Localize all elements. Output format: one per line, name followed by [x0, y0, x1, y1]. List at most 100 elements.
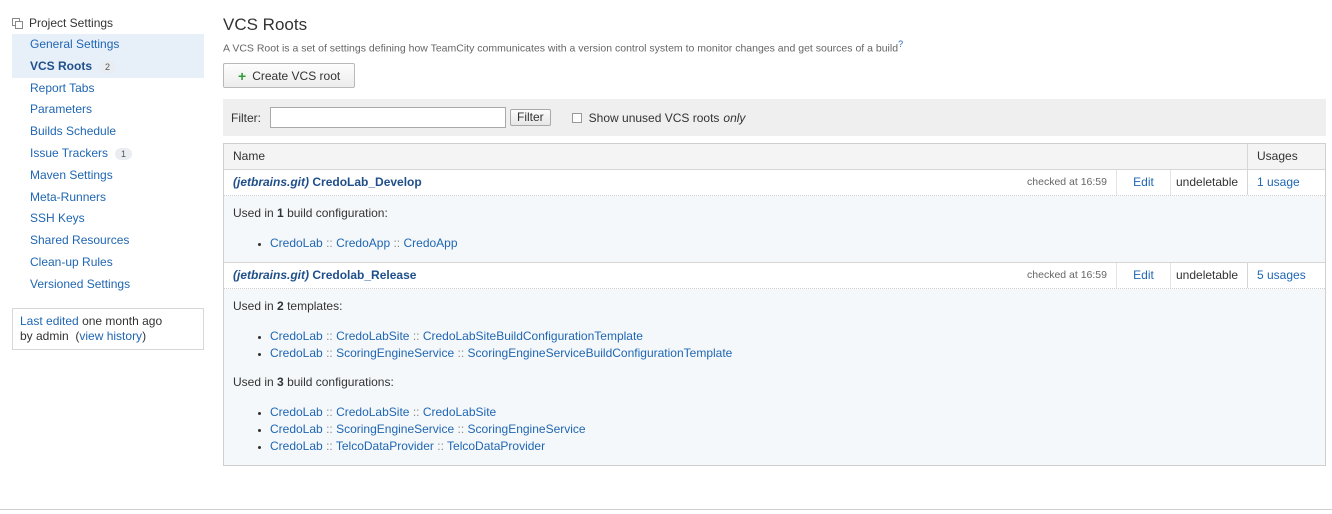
sidebar-item-label[interactable]: SSH Keys: [30, 208, 85, 230]
usages-link[interactable]: 1 usage: [1247, 170, 1325, 195]
usage-count: 2: [277, 299, 284, 313]
page-description: A VCS Root is a set of settings defining…: [223, 38, 1326, 55]
sidebar-item-ssh-keys[interactable]: SSH Keys: [12, 208, 204, 230]
path-separator: ::: [326, 346, 333, 360]
help-icon[interactable]: ?: [898, 39, 903, 49]
subproject-link[interactable]: CredoLabSite: [336, 329, 409, 343]
usage-prefix: Used in: [233, 299, 274, 313]
sidebar-item-meta-runners[interactable]: Meta-Runners: [12, 187, 204, 209]
create-vcs-root-button[interactable]: + Create VCS root: [223, 63, 356, 88]
sidebar-item-label[interactable]: Shared Resources: [30, 230, 129, 252]
list-item: CredoLab :: CredoApp :: CredoApp: [270, 235, 1316, 252]
sidebar-item-report-tabs[interactable]: Report Tabs: [12, 78, 204, 100]
main-content: VCS Roots A VCS Root is a set of setting…: [223, 14, 1326, 466]
template-link[interactable]: ScoringEngineServiceBuildConfigurationTe…: [468, 346, 733, 360]
subproject-link[interactable]: ScoringEngineService: [336, 422, 454, 436]
config-link[interactable]: CredoApp: [403, 236, 457, 250]
vcs-root-usage-details: Used in 2 templates: CredoLab :: CredoLa…: [224, 289, 1325, 465]
usage-count: 3: [277, 375, 284, 389]
sidebar-item-label[interactable]: Report Tabs: [30, 78, 94, 100]
sidebar-item-label[interactable]: Maven Settings: [30, 165, 113, 187]
sidebar-item-shared-resources[interactable]: Shared Resources: [12, 230, 204, 252]
sidebar-header: Project Settings: [12, 14, 204, 32]
count-badge: 2: [99, 60, 117, 73]
sidebar-item-label[interactable]: Builds Schedule: [30, 121, 116, 143]
vcs-type[interactable]: (jetbrains.git): [233, 175, 309, 189]
sidebar-item-label[interactable]: Versioned Settings: [30, 274, 130, 296]
page-title: VCS Roots: [223, 15, 308, 34]
list-item: CredoLab :: TelcoDataProvider :: TelcoDa…: [270, 438, 1316, 455]
filter-label: Filter:: [231, 110, 261, 125]
table-header: Name Usages: [224, 144, 1325, 170]
close-paren: ): [142, 328, 147, 343]
usage-group-heading: Used in 2 templates:: [233, 299, 1316, 314]
last-edited-box: Last edited one month ago by admin (view…: [12, 307, 204, 350]
project-link[interactable]: CredoLab: [270, 236, 323, 250]
project-link[interactable]: CredoLab: [270, 422, 323, 436]
usage-list: CredoLab :: CredoLabSite :: CredoLabSite…: [233, 328, 1316, 362]
vcs-root-title[interactable]: CredoLab_Develop: [312, 175, 421, 189]
sidebar-item-label[interactable]: VCS Roots: [30, 56, 92, 78]
deletable-status: undeletable: [1170, 263, 1247, 288]
sidebar-title: Project Settings: [29, 16, 114, 30]
project-link[interactable]: CredoLab: [270, 439, 323, 453]
show-unused-label-emph: only: [723, 110, 746, 125]
project-link[interactable]: CredoLab: [270, 329, 323, 343]
filter-button[interactable]: Filter: [510, 109, 551, 126]
sidebar-item-issue-trackers[interactable]: Issue Trackers 1: [12, 143, 204, 165]
project-link[interactable]: CredoLab: [270, 346, 323, 360]
sidebar-item-label[interactable]: General Settings: [30, 34, 119, 56]
vcs-root-name[interactable]: (jetbrains.git) CredoLab_Develop: [224, 170, 1027, 195]
path-separator: ::: [457, 422, 465, 436]
sidebar: Project Settings General Settings VCS Ro…: [12, 14, 204, 350]
sidebar-item-maven-settings[interactable]: Maven Settings: [12, 165, 204, 187]
sidebar-item-parameters[interactable]: Parameters: [12, 99, 204, 121]
count-badge: 1: [115, 147, 133, 160]
sidebar-item-label[interactable]: Clean-up Rules: [30, 252, 113, 274]
vcs-root-usage-details: Used in 1 build configuration: CredoLab …: [224, 196, 1325, 263]
sidebar-nav: General Settings VCS Roots 2 Report Tabs …: [12, 34, 204, 296]
sidebar-item-label[interactable]: Issue Trackers: [30, 143, 108, 165]
subproject-link[interactable]: ScoringEngineService: [336, 346, 454, 360]
path-separator: ::: [326, 439, 333, 453]
template-link[interactable]: CredoLabSiteBuildConfigurationTemplate: [423, 329, 643, 343]
path-separator: ::: [393, 236, 401, 250]
config-link[interactable]: CredoLabSite: [423, 405, 496, 419]
project-link[interactable]: CredoLab: [270, 405, 323, 419]
path-separator: ::: [412, 329, 420, 343]
create-vcs-root-label: Create VCS root: [252, 68, 341, 83]
view-history-link[interactable]: view history: [79, 329, 142, 343]
filter-input[interactable]: [270, 107, 506, 128]
subproject-link[interactable]: CredoApp: [336, 236, 390, 250]
vcs-type[interactable]: (jetbrains.git): [233, 268, 309, 282]
list-item: CredoLab :: ScoringEngineService :: Scor…: [270, 345, 1316, 362]
edit-link[interactable]: Edit: [1116, 263, 1170, 288]
edit-link[interactable]: Edit: [1116, 170, 1170, 195]
sidebar-item-clean-up-rules[interactable]: Clean-up Rules: [12, 252, 204, 274]
sidebar-item-builds-schedule[interactable]: Builds Schedule: [12, 121, 204, 143]
usages-link[interactable]: 5 usages: [1247, 263, 1325, 288]
vcs-root-row: (jetbrains.git) CredoLab_Develop checked…: [224, 170, 1325, 196]
checked-time: checked at 16:59: [1027, 269, 1107, 281]
config-link[interactable]: ScoringEngineService: [468, 422, 586, 436]
description-text: A VCS Root is a set of settings defining…: [223, 42, 899, 55]
vcs-root-name[interactable]: (jetbrains.git) Credolab_Release: [224, 263, 1027, 288]
config-link[interactable]: TelcoDataProvider: [447, 439, 545, 453]
deletable-status: undeletable: [1170, 170, 1247, 195]
last-edited-link[interactable]: Last edited: [20, 314, 79, 328]
subproject-link[interactable]: TelcoDataProvider: [336, 439, 434, 453]
sidebar-item-label[interactable]: Meta-Runners: [30, 187, 106, 209]
project-settings-icon: [12, 17, 23, 29]
usage-prefix: Used in: [233, 375, 274, 389]
sidebar-item-label[interactable]: Parameters: [30, 99, 92, 121]
list-item: CredoLab :: CredoLabSite :: CredoLabSite…: [270, 328, 1316, 345]
usage-list: CredoLab :: CredoLabSite :: CredoLabSite…: [233, 404, 1316, 455]
show-unused-checkbox[interactable]: [571, 112, 582, 123]
sidebar-item-vcs-roots[interactable]: VCS Roots 2: [12, 55, 204, 78]
plus-icon: +: [238, 67, 247, 84]
vcs-root-title[interactable]: Credolab_Release: [312, 268, 416, 282]
last-edited-by: by admin: [20, 328, 69, 343]
sidebar-item-general-settings[interactable]: General Settings: [12, 34, 204, 56]
subproject-link[interactable]: CredoLabSite: [336, 405, 409, 419]
sidebar-item-versioned-settings[interactable]: Versioned Settings: [12, 274, 204, 296]
